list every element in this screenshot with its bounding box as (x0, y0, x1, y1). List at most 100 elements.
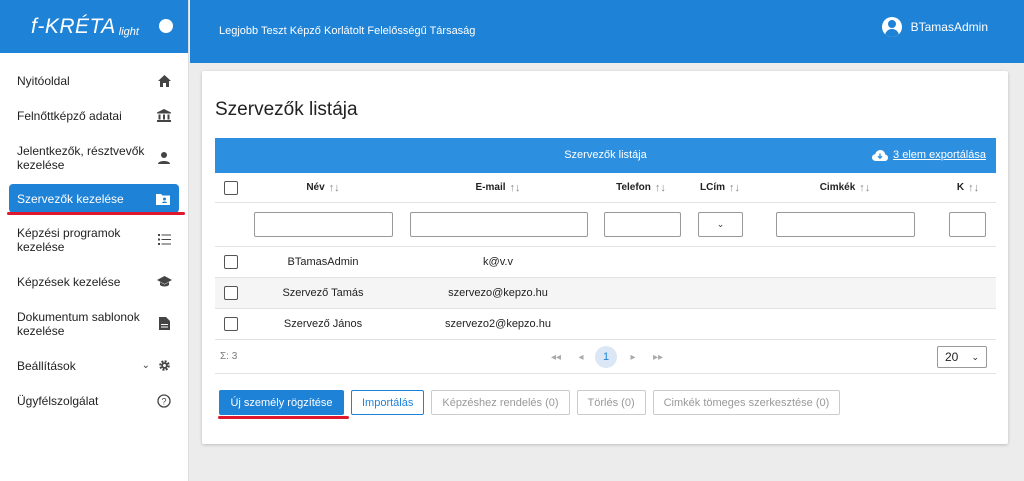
page-size-select[interactable]: 20 ⌄ (937, 346, 987, 368)
name-filter-input[interactable] (254, 212, 393, 237)
row-select-cell (215, 247, 247, 277)
row-count: Σ: 3 (220, 351, 238, 362)
sidebar-item-label: Nyitóoldal (17, 73, 70, 88)
page-size-value: 20 (945, 350, 959, 364)
k-filter-input[interactable] (949, 212, 986, 237)
email-cell: szervezo@kepzo.hu (448, 287, 548, 299)
sidebar-item-label: Képzések kezelése (17, 274, 121, 289)
graduation-cap-icon (156, 274, 172, 290)
row-checkbox[interactable] (224, 317, 238, 331)
name-cell: Szervező Tamás (282, 287, 364, 299)
chevron-down-icon: ⌄ (971, 351, 979, 362)
sidebar-item-support[interactable]: Ügyfélszolgálat ? (0, 383, 188, 418)
table-footer: Σ: 3 ◂◂ ◂ 1 ▸ ▸▸ 20 ⌄ (215, 340, 996, 374)
tags-filter-input[interactable] (776, 212, 915, 237)
table-row[interactable]: BTamasAdmin k@v.v (215, 247, 996, 278)
column-label: K (956, 182, 965, 193)
address-filter-select[interactable]: ⌄ (698, 212, 743, 237)
bank-icon (156, 108, 172, 124)
sidebar: f-KRÉTA light Nyitóoldal Felnőttképző ad… (0, 0, 189, 481)
sort-icon: ↑↓ (509, 181, 521, 194)
chevron-down-icon[interactable]: ⌄ (142, 360, 150, 371)
gear-icon (156, 358, 172, 374)
next-page-icon[interactable]: ▸ (622, 346, 644, 368)
table-toolbar: Szervezők listája 3 elem exportálása (215, 138, 996, 173)
table-row[interactable]: Szervező Tamás szervezo@kepzo.hu (215, 278, 996, 309)
sidebar-item-label: Beállítások (17, 358, 76, 373)
main-card: Szervezők listája Szervezők listája 3 el… (202, 71, 1008, 444)
page-title: Szervezők listája (215, 99, 358, 120)
sidebar-item-organizers[interactable]: Szervezők kezelése (9, 184, 179, 213)
sort-icon: ↑↓ (328, 181, 340, 194)
last-page-icon[interactable]: ▸▸ (647, 346, 669, 368)
export-label: 3 elem exportálása (893, 149, 986, 161)
prev-page-icon[interactable]: ◂ (570, 346, 592, 368)
column-label: LCím (700, 182, 725, 193)
sidebar-item-label: Dokumentum sablonok kezelése (17, 309, 140, 338)
column-label: E-mail (475, 182, 506, 193)
sidebar-item-training-programs[interactable]: Képzési programok kezelése (0, 215, 188, 264)
sort-icon: ↑↓ (729, 181, 740, 194)
user-name: BTamasAdmin (910, 20, 988, 34)
sidebar-item-document-templates[interactable]: Dokumentum sablonok kezelése (0, 299, 188, 348)
chevron-down-icon: ⌄ (716, 219, 725, 229)
row-select-cell (215, 278, 247, 308)
person-icon (156, 150, 172, 166)
column-header-name[interactable]: Név ↑↓ (253, 173, 393, 202)
current-page[interactable]: 1 (595, 346, 617, 368)
delete-button[interactable]: Törlés (0) (576, 390, 646, 415)
help-icon: ? (156, 393, 172, 409)
highlight-underline (218, 416, 349, 419)
column-header-tags[interactable]: Cimkék ↑↓ (775, 173, 915, 202)
row-checkbox[interactable] (224, 255, 238, 269)
phone-filter-input[interactable] (604, 212, 681, 237)
column-header-phone[interactable]: Telefon ↑↓ (602, 173, 680, 202)
sidebar-item-trainings[interactable]: Képzések kezelése (0, 264, 188, 299)
table-header-row: Név ↑↓ E-mail ↑↓ Telefon ↑↓ LCím ↑↓ Cimkék ↑↓… (215, 173, 996, 203)
user-menu[interactable]: BTamasAdmin (881, 17, 988, 37)
folder-person-icon (155, 191, 171, 207)
brand-sub: light (118, 26, 139, 38)
sort-icon: ↑↓ (859, 181, 871, 194)
brand-name: f-KRÉTA (31, 14, 116, 38)
column-header-email[interactable]: E-mail ↑↓ (409, 173, 587, 202)
action-buttons: Új személy rögzítése Importálás Képzéshe… (219, 390, 847, 415)
first-page-icon[interactable]: ◂◂ (545, 346, 567, 368)
new-person-button[interactable]: Új személy rögzítése (219, 390, 344, 415)
row-select-cell (215, 309, 247, 339)
cloud-download-icon (872, 149, 889, 161)
email-cell: k@v.v (483, 256, 513, 268)
name-cell: BTamasAdmin (287, 256, 359, 268)
sidebar-item-label: Képzési programok kezelése (17, 225, 121, 254)
sidebar-item-settings[interactable]: Beállítások ⌄ (0, 348, 188, 383)
import-button[interactable]: Importálás (351, 390, 425, 415)
column-header-address[interactable]: LCím ↑↓ (695, 173, 745, 202)
select-all-checkbox[interactable] (224, 180, 238, 195)
organization-name: Legjobb Teszt Képző Korlátolt Felelősség… (219, 25, 476, 37)
sort-icon: ↑↓ (968, 181, 980, 194)
table-row[interactable]: Szervező János szervezo2@kepzo.hu (215, 309, 996, 340)
brand[interactable]: f-KRÉTA light (0, 0, 188, 53)
column-header-k[interactable]: K ↑↓ (948, 173, 988, 202)
sidebar-item-applicants[interactable]: Jelentkezők, résztvevők kezelése (0, 133, 188, 182)
sidebar-nav: Nyitóoldal Felnőttképző adatai Jelentkez… (0, 53, 188, 418)
highlight-underline (7, 212, 185, 215)
svg-text:?: ? (161, 396, 166, 406)
sidebar-toggle-icon[interactable] (159, 19, 173, 33)
pagination: ◂◂ ◂ 1 ▸ ▸▸ (545, 346, 672, 368)
select-all-cell (215, 173, 247, 202)
sidebar-item-adult-trainer-data[interactable]: Felnőttképző adatai (0, 98, 188, 133)
table-filter-row: ⌄ (215, 203, 996, 247)
export-link[interactable]: 3 elem exportálása (872, 149, 986, 161)
name-cell: Szervező János (283, 318, 363, 330)
row-checkbox[interactable] (224, 286, 238, 300)
sidebar-item-home[interactable]: Nyitóoldal (0, 63, 188, 98)
home-icon (156, 73, 172, 89)
sidebar-item-label: Szervezők kezelése (17, 191, 124, 206)
assign-to-training-button[interactable]: Képzéshez rendelés (0) (431, 390, 570, 415)
email-filter-input[interactable] (410, 212, 588, 237)
top-bar: Legjobb Teszt Képző Korlátolt Felelősség… (190, 0, 1024, 63)
list-icon (156, 232, 172, 248)
bulk-edit-tags-button[interactable]: Cimkék tömeges szerkesztése (0) (652, 390, 841, 415)
sidebar-item-label: Felnőttképző adatai (17, 108, 122, 123)
